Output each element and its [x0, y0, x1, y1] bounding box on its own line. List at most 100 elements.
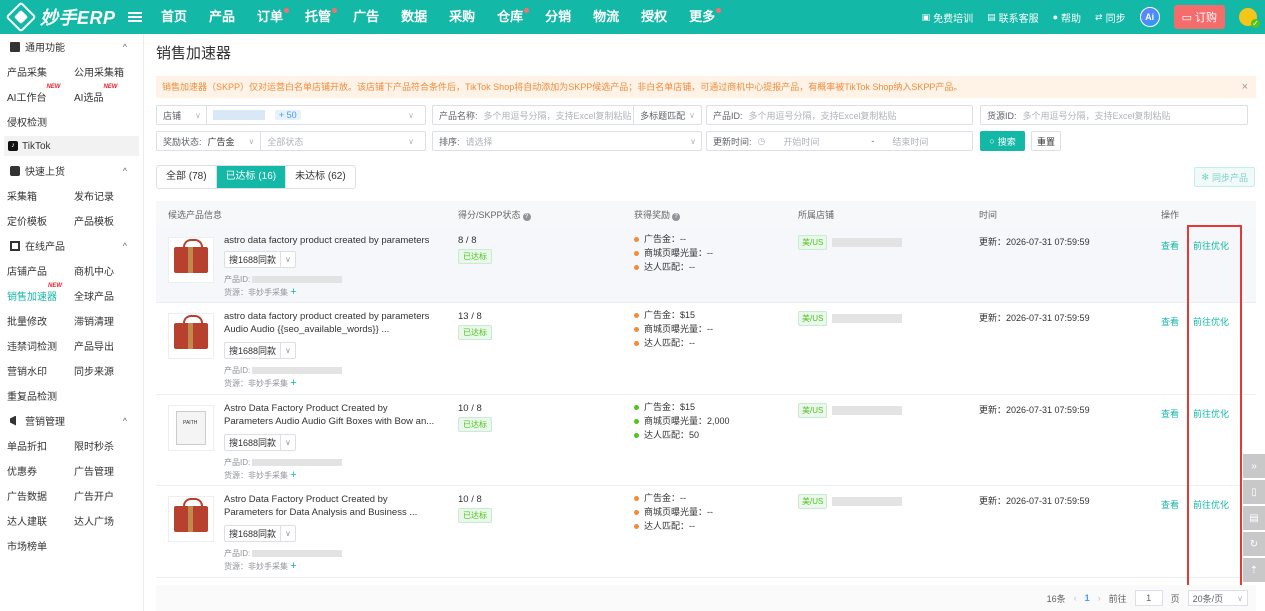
shop-select[interactable]: + 50 ∨	[205, 106, 425, 124]
mobile-icon[interactable]: ▯	[1243, 480, 1265, 504]
nav-item-11[interactable]: 更多	[678, 0, 726, 34]
product-name-filter[interactable]: 产品名称: 多个用逗号分隔，支持Excel复制粘贴 多标题匹配 ∨	[432, 105, 702, 125]
collapse-icon[interactable]: »	[1243, 454, 1265, 478]
reward-type-select[interactable]: 广告金	[208, 135, 235, 148]
sidebar-item-sales-accelerator[interactable]: 销售加速器 NEW	[0, 283, 67, 303]
goto-page-input[interactable]: 1	[1134, 590, 1163, 606]
source-id-input[interactable]: 多个用逗号分隔，支持Excel复制粘贴	[1023, 109, 1247, 122]
sidebar-item-flash-sale[interactable]: 限时秒杀	[67, 438, 134, 453]
sidebar-item-bulk-edit[interactable]: 批量修改	[0, 313, 67, 328]
sidebar-item-public-collect-box[interactable]: 公用采集箱	[67, 64, 134, 79]
sync-link[interactable]: ⇄ 同步	[1095, 10, 1126, 25]
sidebar-group-marketing[interactable]: 营销管理 ^	[0, 408, 143, 433]
view-link[interactable]: 查看	[1161, 239, 1179, 252]
hamburger-menu-icon[interactable]	[128, 12, 142, 22]
product-title[interactable]: Astro Data Factory Product Created by Pa…	[224, 402, 436, 428]
plus-icon[interactable]: +	[290, 469, 296, 481]
sidebar-item-sync-source[interactable]: 同步来源	[67, 363, 134, 378]
sidebar-item-watermark[interactable]: 营销水印	[0, 363, 67, 378]
order-button[interactable]: ▭ 订购	[1173, 5, 1225, 29]
sidebar-item-global-products[interactable]: 全球产品	[67, 288, 134, 303]
page-size-select[interactable]: 20条/页 ∨	[1187, 590, 1248, 606]
view-link[interactable]: 查看	[1161, 498, 1179, 511]
end-time-input[interactable]: 结束时间	[892, 135, 972, 148]
question-icon[interactable]: ?	[522, 213, 531, 221]
free-training-link[interactable]: ▣ 免费培训	[922, 10, 974, 25]
search-1688-button[interactable]: 搜1688同款 ∨	[224, 434, 296, 451]
nav-item-5[interactable]: 数据	[390, 0, 438, 34]
sidebar-item-banned-words[interactable]: 违禁词检测	[0, 338, 67, 353]
product-thumbnail[interactable]	[168, 237, 214, 283]
refresh-icon[interactable]: ↻	[1243, 532, 1265, 556]
view-link[interactable]: 查看	[1161, 315, 1179, 328]
sync-products-button[interactable]: ✻ 同步产品	[1194, 167, 1255, 187]
sidebar-item-item-discount[interactable]: 单品折扣	[0, 438, 67, 453]
reward-status-filter[interactable]: 奖励状态: 广告金 ∨ 全部状态 ∨	[156, 131, 426, 151]
product-title[interactable]: astro data factory product created by pa…	[224, 234, 436, 247]
plus-icon[interactable]: +	[290, 377, 296, 389]
nav-item-7[interactable]: 仓库	[486, 0, 534, 34]
sidebar-item-shop-products[interactable]: 店铺产品	[0, 263, 67, 278]
ai-assistant-button[interactable]: Ai	[1139, 7, 1160, 27]
sidebar-item-ai-selection[interactable]: AI选品 NEW	[67, 84, 134, 104]
sidebar-item-product-export[interactable]: 产品导出	[67, 338, 134, 353]
nav-item-3[interactable]: 托管	[294, 0, 342, 34]
plus-icon[interactable]: +	[290, 286, 296, 298]
sidebar-item-coupons[interactable]: 优惠券	[0, 463, 67, 478]
product-thumbnail[interactable]	[168, 405, 214, 451]
product-title[interactable]: Astro Data Factory Product Created by Pa…	[224, 493, 436, 519]
tab-2[interactable]: 未达标 (62)	[286, 166, 355, 188]
nav-item-0[interactable]: 首页	[150, 0, 198, 34]
sidebar-item-publish-records[interactable]: 发布记录	[67, 188, 134, 203]
sidebar-item-product-collect[interactable]: 产品采集	[0, 64, 67, 79]
nav-item-4[interactable]: 广告	[342, 0, 390, 34]
plus-icon[interactable]: +	[290, 560, 296, 572]
tab-1[interactable]: 已达标 (16)	[216, 166, 287, 188]
sidebar-item-ad-account[interactable]: 广告开户	[67, 488, 134, 503]
contact-support-link[interactable]: ▤ 联系客服	[987, 10, 1039, 25]
nav-item-2[interactable]: 订单	[246, 0, 294, 34]
search-1688-button[interactable]: 搜1688同款 ∨	[224, 525, 296, 542]
sidebar-item-creator-square[interactable]: 达人广场	[67, 513, 134, 528]
sidebar-item-ad-management[interactable]: 广告管理	[67, 463, 134, 478]
help-link[interactable]: ● 帮助	[1053, 10, 1081, 25]
sidebar-item-creator-outreach[interactable]: 达人建联	[0, 513, 67, 528]
sidebar-item-ad-data[interactable]: 广告数据	[0, 488, 67, 503]
shop-filter[interactable]: 店铺 ∨ + 50 ∨	[156, 105, 426, 125]
nav-item-10[interactable]: 授权	[630, 0, 678, 34]
nav-item-8[interactable]: 分销	[534, 0, 582, 34]
search-1688-button[interactable]: 搜1688同款 ∨	[224, 342, 296, 359]
sidebar-group-quick[interactable]: 快速上货 ^	[0, 158, 143, 183]
back-to-top-icon[interactable]: ⇡	[1243, 558, 1265, 582]
sidebar-item-pricing-template[interactable]: 定价模板	[0, 213, 67, 228]
sidebar-item-opportunity-center[interactable]: 商机中心	[67, 263, 134, 278]
brand-logo[interactable]: 妙手ERP	[0, 1, 120, 33]
user-avatar[interactable]	[1239, 8, 1260, 28]
product-title[interactable]: astro data factory product created by pa…	[224, 310, 436, 336]
nav-item-6[interactable]: 采购	[438, 0, 486, 34]
source-id-filter[interactable]: 货源ID: 多个用逗号分隔，支持Excel复制粘贴	[980, 105, 1248, 125]
nav-item-1[interactable]: 产品	[198, 0, 246, 34]
notebook-icon[interactable]: ▤	[1243, 506, 1265, 530]
sidebar-item-infringement-check[interactable]: 侵权检测	[0, 114, 67, 129]
product-id-input[interactable]: 多个用逗号分隔，支持Excel复制粘贴	[749, 109, 972, 122]
sidebar-item-slow-clearance[interactable]: 滞销清理	[67, 313, 134, 328]
product-name-input[interactable]: 多个用逗号分隔，支持Excel复制粘贴	[484, 109, 634, 122]
sidebar-item-ai-workbench[interactable]: AI工作台 NEW	[0, 84, 67, 104]
tab-0[interactable]: 全部 (78)	[157, 166, 217, 188]
match-mode-select[interactable]: 多标题匹配 ∨	[633, 106, 701, 124]
sort-filter[interactable]: 排序: 请选择 ∨	[432, 131, 702, 151]
sidebar-item-market-ranking[interactable]: 市场榜单	[0, 538, 67, 553]
reset-button[interactable]: 重置	[1031, 131, 1061, 151]
product-thumbnail[interactable]	[168, 313, 214, 359]
next-page-button[interactable]: ›	[1098, 593, 1101, 603]
nav-item-9[interactable]: 物流	[582, 0, 630, 34]
platform-tiktok[interactable]: ♪ TikTok	[4, 136, 139, 156]
sort-select[interactable]: 请选择	[466, 135, 691, 148]
sidebar-item-collect-box[interactable]: 采集箱	[0, 188, 67, 203]
page-number[interactable]: 1	[1085, 593, 1090, 603]
sidebar-group-general[interactable]: 通用功能 ^	[0, 34, 143, 59]
product-thumbnail[interactable]	[168, 496, 214, 542]
start-time-input[interactable]: 开始时间	[783, 135, 853, 148]
search-button[interactable]: ○ 搜索	[980, 131, 1025, 151]
